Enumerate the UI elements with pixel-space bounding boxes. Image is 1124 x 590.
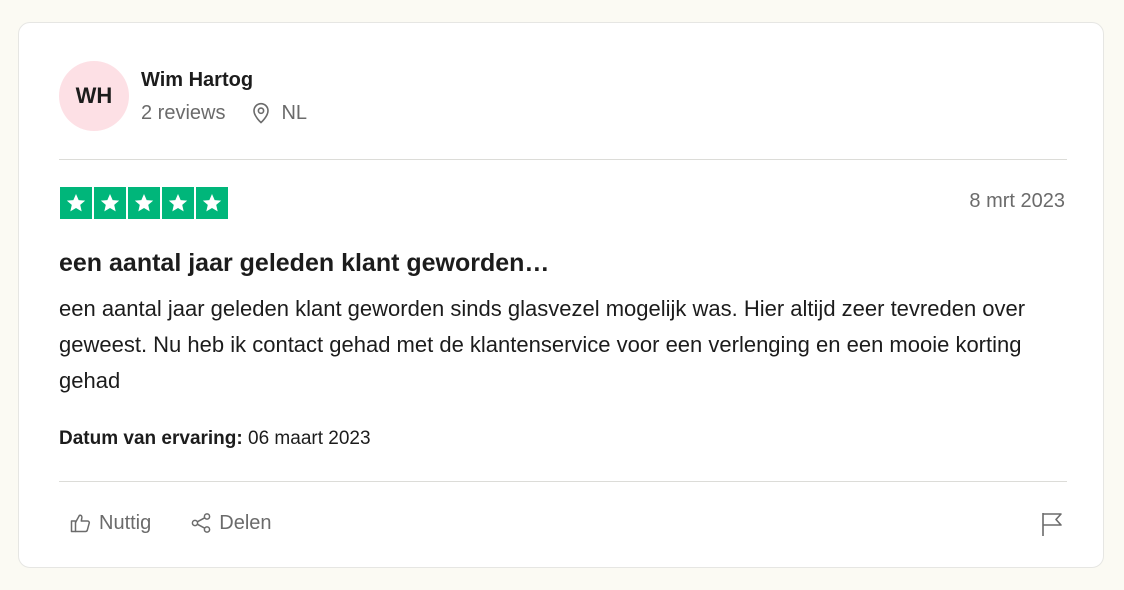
review-title[interactable]: een aantal jaar geleden klant geworden… (59, 249, 549, 278)
consumer-name[interactable]: Wim Hartog (141, 68, 307, 92)
experience-date-label: Datum van ervaring: (59, 428, 243, 449)
star-icon (162, 187, 194, 219)
share-button[interactable]: Delen (189, 511, 272, 535)
useful-label: Nuttig (99, 511, 152, 534)
review-date: 8 mrt 2023 (969, 190, 1065, 212)
star-icon (128, 187, 160, 219)
share-label: Delen (219, 511, 272, 534)
report-button[interactable] (1039, 510, 1065, 543)
experience-date: Datum van ervaring: 06 maart 2023 (59, 428, 371, 450)
consumer-info: WH Wim Hartog 2 reviews NL (59, 61, 307, 131)
divider (59, 159, 1067, 160)
star-icon (196, 187, 228, 219)
review-count: 2 reviews (141, 101, 226, 124)
useful-button[interactable]: Nuttig (69, 511, 151, 535)
review-actions: Nuttig Delen (69, 511, 310, 535)
avatar[interactable]: WH (59, 61, 129, 131)
star-icon (94, 187, 126, 219)
star-rating (60, 187, 230, 219)
divider (59, 481, 1067, 482)
consumer-country: NL (281, 101, 308, 124)
consumer-meta: 2 reviews NL (141, 102, 307, 125)
flag-icon (1042, 513, 1062, 536)
review-card: WH Wim Hartog 2 reviews NL 8 mrt 2023 ee… (18, 22, 1104, 568)
share-icon (191, 513, 211, 533)
thumbs-up-icon (70, 514, 91, 533)
location-pin-icon (251, 102, 271, 124)
star-icon (60, 187, 92, 219)
review-body: een aantal jaar geleden klant geworden s… (59, 296, 1026, 393)
experience-date-value: 06 maart 2023 (248, 428, 371, 449)
